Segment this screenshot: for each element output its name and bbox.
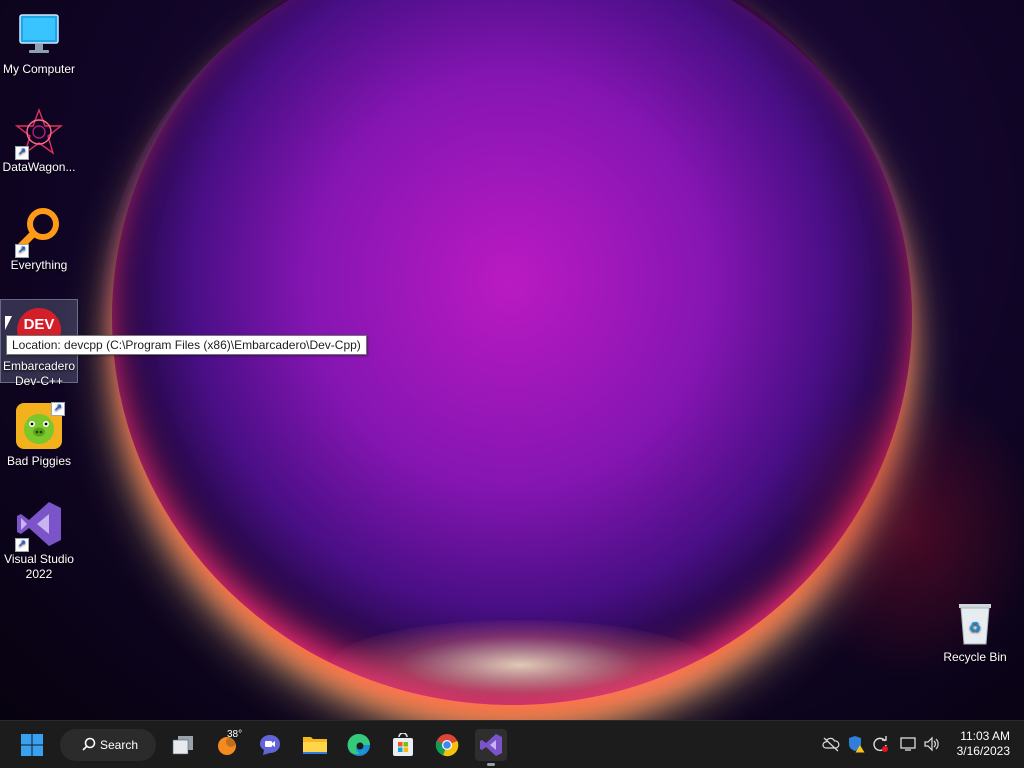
- running-indicator: [487, 763, 495, 766]
- file-explorer-button[interactable]: [299, 729, 331, 761]
- desktop-icon-label: Recycle Bin: [943, 650, 1007, 664]
- store-icon: [393, 733, 413, 756]
- shortcut-arrow-icon: ↗: [15, 146, 29, 160]
- search-label: Search: [100, 738, 139, 752]
- recycle-bin-icon: ♻: [951, 598, 999, 646]
- task-view-icon: [172, 736, 193, 755]
- store-button[interactable]: [387, 729, 419, 761]
- task-view-button[interactable]: [167, 729, 199, 761]
- update-restart-icon[interactable]: [871, 735, 889, 753]
- everything-search-icon: ↗: [15, 206, 63, 258]
- mouse-cursor-icon: [5, 316, 12, 330]
- shortcut-location-tooltip: Location: devcpp (C:\Program Files (x86)…: [6, 335, 367, 355]
- volume-icon[interactable]: [923, 735, 941, 753]
- monitor-icon: [15, 10, 63, 58]
- desktop-icon-label-line2: 2022: [25, 567, 53, 581]
- desktop-icon-bad-piggies[interactable]: ↗ Bad Piggies: [0, 396, 78, 468]
- desktop-icon-label: DataWagon...: [2, 160, 76, 174]
- network-icon[interactable]: [899, 735, 917, 753]
- devcpp-icon-text: DEV: [23, 316, 55, 333]
- desktop-icon-recycle-bin[interactable]: ♻ Recycle Bin: [936, 592, 1014, 664]
- clock-date: 3/16/2023: [956, 744, 1010, 758]
- security-warning-icon[interactable]: [847, 735, 865, 753]
- visual-studio-taskbar-button[interactable]: [475, 729, 507, 766]
- edge-button[interactable]: [343, 729, 375, 761]
- datawagon-icon: ↗: [14, 108, 64, 160]
- shortcut-arrow-icon: ↗: [15, 244, 29, 258]
- shortcut-arrow-icon: ↗: [51, 402, 65, 416]
- windows-logo-icon: [21, 734, 43, 756]
- search-icon: [82, 737, 96, 754]
- chrome-button[interactable]: [431, 729, 463, 761]
- desktop-icon-label-line1: Visual Studio: [4, 552, 74, 566]
- desktop-wallpaper: [0, 0, 1024, 720]
- onedrive-offline-icon[interactable]: [822, 735, 840, 753]
- wallpaper-glow-bottom: [330, 620, 710, 710]
- chat-icon: [260, 735, 280, 755]
- desktop-icon-datawagon[interactable]: ↗ DataWagon...: [0, 102, 78, 174]
- desktop-icon-my-computer[interactable]: My Computer: [0, 4, 78, 76]
- chrome-icon: [435, 734, 459, 757]
- shortcut-arrow-icon: ↗: [15, 538, 29, 552]
- desktop-icon-everything[interactable]: ↗ Everything: [0, 200, 78, 272]
- taskbar: Search 11:03 AM 3/16/2023: [0, 720, 1024, 768]
- taskbar-clock[interactable]: 11:03 AM 3/16/2023: [957, 729, 1010, 759]
- desktop-icon-label: My Computer: [2, 62, 76, 76]
- desktop-icon-visual-studio[interactable]: ↗ Visual Studio 2022: [0, 494, 78, 581]
- visual-studio-icon: [480, 734, 502, 756]
- desktop-icon-label: Everything: [10, 258, 68, 272]
- edge-icon: [347, 733, 370, 756]
- teams-chat-button[interactable]: [254, 729, 286, 761]
- desktop-icon-label-line2: Dev-C++: [14, 374, 64, 388]
- taskbar-search-button[interactable]: Search: [60, 729, 156, 761]
- folder-icon: [303, 737, 327, 754]
- desktop-icon-label: Bad Piggies: [6, 454, 72, 468]
- visual-studio-icon: ↗: [15, 500, 63, 552]
- bad-piggies-icon: ↗: [15, 402, 65, 450]
- weather-temperature: 38°: [227, 729, 243, 740]
- svg-text:♻: ♻: [969, 620, 982, 636]
- desktop-icon-label-line1: Embarcadero: [2, 359, 76, 373]
- clock-time: 11:03 AM: [960, 729, 1010, 743]
- start-button[interactable]: [16, 729, 48, 761]
